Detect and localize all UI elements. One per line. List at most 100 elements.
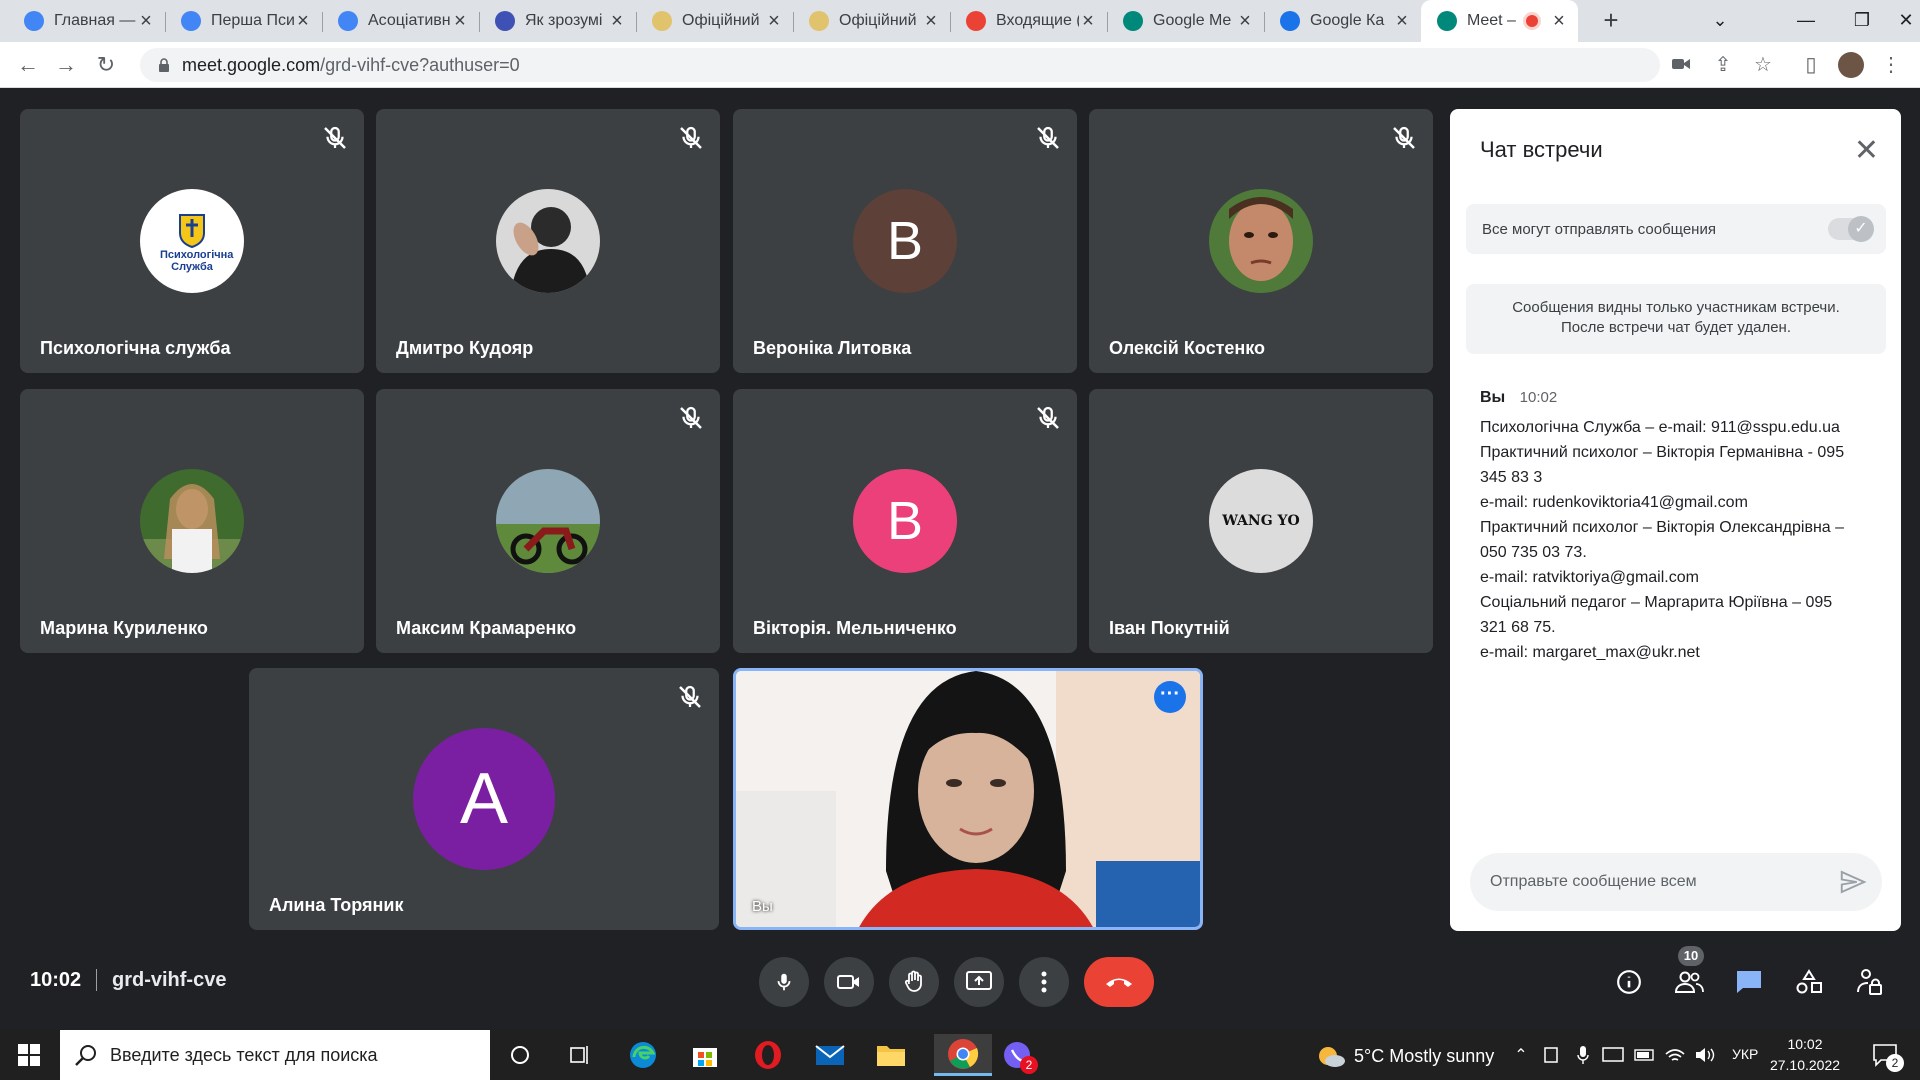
menu-dots-icon[interactable]: ⋮ (1878, 52, 1904, 78)
wifi-icon[interactable] (1664, 1038, 1686, 1072)
browser-tab[interactable]: Входящие (× (950, 0, 1107, 42)
close-tab-icon[interactable]: × (1079, 10, 1097, 33)
close-tab-icon[interactable]: × (922, 10, 940, 33)
participant-name: Алина Торяник (269, 895, 404, 915)
forward-icon[interactable]: → (52, 51, 80, 79)
participant-avatar: WANG YO (1209, 469, 1313, 573)
reload-icon[interactable]: ↻ (92, 51, 120, 79)
tab-title: Главная — (54, 12, 136, 29)
tray-monitor-icon[interactable] (1602, 1038, 1624, 1072)
browser-tab[interactable]: Перша Пси × (165, 0, 322, 42)
logo-text: Психологічна Служба (160, 249, 234, 273)
volume-icon[interactable] (1694, 1038, 1716, 1072)
file-explorer-icon[interactable] (874, 1038, 908, 1072)
opera-icon[interactable] (751, 1038, 785, 1072)
taskbar-clock[interactable]: 10:02 27.10.2022 (1760, 1034, 1850, 1076)
battery-icon[interactable] (1634, 1038, 1656, 1072)
chat-message-input[interactable]: Отправьте сообщение всем (1470, 853, 1882, 911)
browser-tab[interactable]: Google Me × (1107, 0, 1264, 42)
end-call-button[interactable] (1084, 957, 1154, 1007)
present-screen-button[interactable] (954, 957, 1004, 1007)
close-chat-icon[interactable]: ✕ (1854, 133, 1879, 168)
sidepanel-icon[interactable]: ▯ (1798, 52, 1824, 78)
chat-permission-toggle[interactable]: ✓ (1828, 216, 1874, 242)
host-controls-button[interactable] (1852, 965, 1886, 999)
browser-tab[interactable]: Як зрозумі × (479, 0, 636, 42)
camera-button[interactable] (824, 957, 874, 1007)
browser-tab[interactable]: Google Ка × (1264, 0, 1421, 42)
browser-tab[interactable]: Офіційний × (636, 0, 793, 42)
self-options-button[interactable]: ··· (1154, 681, 1186, 713)
close-tab-icon[interactable]: × (608, 10, 626, 33)
message-time: 10:02 (1519, 389, 1558, 406)
tray-mic-icon[interactable] (1572, 1038, 1594, 1072)
close-tab-icon[interactable]: × (1393, 10, 1411, 33)
task-view-icon[interactable] (563, 1038, 597, 1072)
message-line: 321 68 75. (1480, 619, 1556, 636)
viber-icon[interactable]: 2 (1000, 1038, 1038, 1074)
participant-tile[interactable]: Максим Крамаренко (376, 389, 720, 653)
close-tab-icon[interactable]: × (1236, 10, 1254, 33)
tab-search-icon[interactable]: ⌄ (1692, 0, 1748, 40)
close-tab-icon[interactable]: × (765, 10, 783, 33)
activities-button[interactable] (1792, 965, 1826, 999)
windows-start-icon[interactable] (12, 1038, 46, 1072)
raise-hand-button[interactable] (889, 957, 939, 1007)
mail-icon[interactable] (813, 1038, 847, 1072)
notifications-icon[interactable]: 2 (1868, 1038, 1904, 1072)
browser-tab[interactable]: Асоціативн × (322, 0, 479, 42)
close-tab-icon[interactable]: × (1550, 10, 1568, 33)
chat-button[interactable] (1732, 965, 1766, 999)
close-tab-icon[interactable]: × (294, 10, 312, 33)
microphone-button[interactable] (759, 957, 809, 1007)
url-host: meet.google.com (182, 54, 321, 75)
close-tab-icon[interactable]: × (451, 10, 469, 33)
url-field[interactable]: meet.google.com/grd-vihf-cve?authuser=0 (140, 48, 1660, 82)
chrome-taskbar-icon[interactable] (934, 1034, 992, 1076)
browser-tab[interactable]: Meet – × (1421, 0, 1578, 42)
more-options-button[interactable] (1019, 957, 1069, 1007)
participant-name: Психологічна служба (40, 338, 231, 358)
close-window-icon[interactable]: ✕ (1878, 0, 1920, 40)
participant-tile[interactable]: Дмитро Кудояр (376, 109, 720, 373)
participant-tile[interactable]: В Вероніка Литовка (733, 109, 1077, 373)
camera-icon[interactable] (1668, 52, 1694, 78)
lock-icon (158, 58, 170, 72)
back-icon[interactable]: ← (14, 51, 42, 79)
cortana-icon[interactable] (503, 1038, 537, 1072)
send-icon[interactable] (1838, 867, 1868, 897)
meeting-info-button[interactable] (1612, 965, 1646, 999)
meet-icon (1123, 11, 1143, 31)
input-language[interactable]: УКР (1732, 1046, 1758, 1062)
meet-control-bar: 10:02 grd-vihf-cve 10 (0, 931, 1920, 1030)
meeting-code: grd-vihf-cve (112, 969, 227, 991)
tab-title: Google Ка (1310, 12, 1385, 29)
bookmark-star-icon[interactable]: ☆ (1750, 52, 1776, 78)
self-view-tile[interactable]: ··· Вы (733, 668, 1203, 930)
profile-avatar[interactable] (1838, 52, 1864, 78)
people-button[interactable] (1672, 965, 1706, 999)
new-tab-button[interactable]: + (1596, 6, 1626, 36)
taskbar-search-input[interactable]: Введите здесь текст для поиска (60, 1030, 490, 1080)
minimize-icon[interactable]: — (1778, 0, 1834, 40)
edge-icon[interactable] (626, 1038, 660, 1072)
weather-widget[interactable]: 5°C Mostly sunny (1316, 1044, 1494, 1068)
tab-separator (1107, 12, 1108, 32)
store-icon[interactable] (688, 1038, 722, 1072)
tray-chevron-icon[interactable]: ⌃ (1510, 1038, 1532, 1072)
tray-device-icon[interactable] (1540, 1038, 1562, 1072)
close-tab-icon[interactable]: × (137, 10, 155, 33)
participant-tile[interactable]: Марина Куриленко (20, 389, 364, 653)
participant-tile[interactable]: Психологічна Служба Психологічна служба (20, 109, 364, 373)
participant-tile[interactable]: A Алина Торяник (249, 668, 719, 930)
participant-tile[interactable]: Олексій Костенко (1089, 109, 1433, 373)
chat-panel: Чат встречи ✕ Все могут отправлять сообщ… (1450, 109, 1901, 931)
participant-tile[interactable]: WANG YO Іван Покутній (1089, 389, 1433, 653)
participant-tile[interactable]: В Вікторія. Мельниченко (733, 389, 1077, 653)
browser-tab[interactable]: Офіційний × (793, 0, 950, 42)
browser-tab[interactable]: Главная — × (8, 0, 165, 42)
muted-mic-icon (1389, 123, 1419, 153)
check-icon: ✓ (1848, 216, 1874, 242)
participant-avatar: В (853, 189, 957, 293)
share-icon[interactable]: ⇪ (1710, 52, 1736, 78)
